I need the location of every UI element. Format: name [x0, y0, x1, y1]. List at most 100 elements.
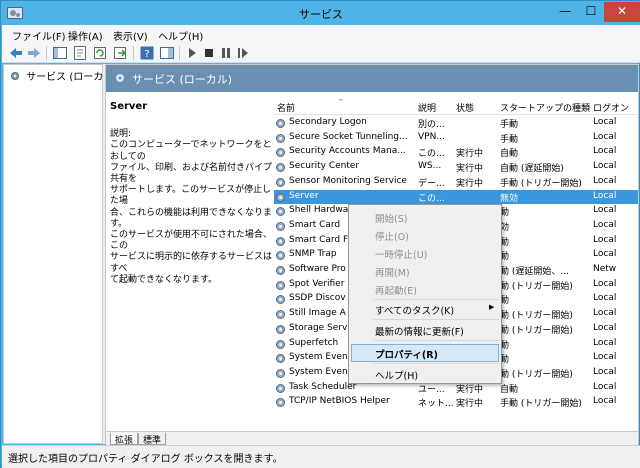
context-menu: 開始(S) 停止(O) 一時停止(U) 再開(M) 再起動(E) すべてのタスク… [348, 204, 502, 384]
cell-description: VPN... [418, 131, 445, 142]
maximize-button[interactable]: ☐ [578, 2, 604, 22]
status-bar: 選択した項目のプロパティ ダイアログ ボックスを開きます。 [2, 445, 640, 468]
pause-service-icon[interactable] [218, 45, 234, 61]
properties-sheet-icon[interactable] [72, 45, 88, 61]
service-gear-icon [276, 207, 285, 217]
start-service-icon[interactable] [184, 45, 200, 61]
service-gear-icon [276, 368, 285, 378]
cell-startup-type: 動 (トリガー開始) [500, 369, 573, 380]
menu-help[interactable]: ヘルプ(H) [158, 28, 203, 43]
cell-status: 実行中 [456, 399, 484, 410]
cell-startup-type: 手動 (トリガー開始) [500, 399, 582, 410]
service-gear-icon [276, 177, 285, 187]
view-tabs: 拡張 標準 [106, 431, 638, 446]
service-gear-icon [276, 324, 285, 334]
service-gear-icon [276, 354, 285, 364]
title-bar[interactable]: サービス — ☐ ✕ [1, 1, 640, 25]
table-row[interactable]: Secure Socket Tunneling... VPN... 手動 Local [274, 131, 638, 146]
tab-extended[interactable]: 拡張 [110, 433, 139, 446]
context-menu-stop: 停止(O) [375, 232, 409, 243]
context-menu-divider [373, 340, 499, 341]
cell-logon: Local [593, 131, 617, 142]
services-gear-icon [116, 74, 124, 82]
menu-file[interactable]: ファイル(F) [12, 28, 66, 43]
submenu-arrow-icon: ▶ [489, 303, 495, 311]
service-gear-icon [276, 236, 285, 246]
menu-view[interactable]: 表示(V) [113, 28, 148, 43]
description-line: このサービスが使用不可にされた場合、この [110, 230, 272, 252]
column-header-description[interactable]: 説明 [418, 101, 436, 114]
window-title: サービス [299, 8, 343, 21]
cell-name: Security Center [289, 161, 360, 172]
table-row[interactable]: TCP/IP NetBIOS Helper ネット... 実行中 手動 (トリガー開始… [274, 395, 638, 410]
cell-logon: Local [593, 293, 617, 304]
close-button[interactable]: ✕ [604, 2, 640, 22]
table-row[interactable]: Server この... 無効 Local [274, 189, 638, 205]
cell-startup-type: 動 (トリガー開始) [500, 311, 573, 322]
description-line: ファイル、印刷、および名前付きパイプ共有を [110, 162, 273, 185]
cell-name: Security Accounts Mana... [289, 146, 406, 157]
toolbar-divider [179, 46, 180, 60]
cell-status: 実行中 [456, 164, 484, 175]
console-tree-icon[interactable] [52, 45, 68, 61]
services-gear-icon [11, 72, 19, 80]
cell-startup-type: 動 (トリガー開始) [500, 281, 573, 292]
cell-description: 別の... [418, 120, 445, 130]
cell-startup-type: 自動 [500, 384, 519, 395]
cell-startup-type: 手動 (トリガー開始) [500, 178, 582, 189]
refresh-icon[interactable] [92, 45, 108, 61]
column-header-status[interactable]: 状態 [456, 101, 474, 114]
context-menu-all-tasks[interactable]: すべてのタスク(K) [375, 303, 454, 317]
service-gear-icon [276, 119, 285, 128]
column-header-logon[interactable]: ログオン [593, 101, 629, 114]
context-menu-refresh[interactable]: 最新の情報に更新(F) [375, 324, 464, 338]
context-menu-help[interactable]: ヘルプ(H) [375, 368, 418, 382]
column-header-name[interactable]: 名前 [277, 101, 295, 114]
cell-startup-type: 動 [500, 208, 510, 219]
cell-name: TCP/IP NetBIOS Helper [289, 396, 390, 407]
show-pane-icon[interactable] [159, 45, 175, 61]
cell-name: Server [289, 190, 319, 201]
cell-logon: Local [593, 322, 617, 333]
cell-logon: Local [593, 190, 617, 201]
tab-standard[interactable]: 標準 [138, 433, 167, 446]
tree-item-services-local[interactable]: サービス (ローカル) [10, 68, 117, 83]
cell-name: Secure Socket Tunneling... [289, 131, 408, 142]
cell-startup-type: 手動 [500, 120, 519, 130]
cell-logon: Local [593, 175, 617, 186]
cell-logon: Local [593, 308, 617, 319]
cell-startup-type: 動 [500, 252, 510, 263]
help-icon[interactable]: ? [139, 45, 155, 61]
column-header-startup-type[interactable]: スタートアップの種類 [500, 101, 590, 114]
context-menu-divider [373, 363, 499, 364]
table-row[interactable]: Sensor Monitoring Service デー... 実行中 手動 (トリガ… [274, 175, 638, 190]
cell-logon: Local [593, 249, 617, 260]
cell-logon: Local [593, 161, 617, 172]
stop-service-icon[interactable] [201, 45, 217, 61]
cell-logon: Local [593, 205, 617, 216]
toolbar-divider [133, 46, 134, 60]
restart-service-icon[interactable] [235, 45, 251, 61]
cell-name: Sensor Monitoring Service [289, 175, 407, 186]
table-row[interactable]: Security Accounts Mana... この... 実行中 自動 Local [274, 145, 638, 160]
menu-action[interactable]: 操作(A) [68, 28, 103, 43]
cell-description: WS... [418, 161, 442, 172]
cell-startup-type: 動 (遅延開始、... [500, 267, 569, 277]
cell-startup-type: 動 [500, 355, 510, 366]
cell-logon: Netw [593, 264, 617, 274]
export-list-icon[interactable] [112, 45, 128, 61]
cell-startup-type: 自動 [500, 149, 519, 160]
service-gear-icon [276, 221, 285, 231]
forward-arrow-icon[interactable] [26, 45, 42, 61]
service-gear-icon [276, 148, 285, 158]
table-header: 名前 ^ 説明 状態 スタートアップの種類 ログオン [274, 99, 638, 115]
table-row[interactable]: Security Center WS... 実行中 自動 (遅延開始) Local [274, 160, 638, 175]
cell-logon: Local [593, 366, 617, 377]
service-gear-icon [276, 192, 285, 202]
cell-status: 実行中 [456, 178, 484, 189]
back-arrow-icon[interactable] [8, 45, 24, 61]
context-menu-properties[interactable]: プロパティ(R) [375, 347, 438, 361]
table-row[interactable]: Secondary Logon 別の... 手動 Local [274, 116, 638, 131]
context-menu-start: 開始(S) [375, 214, 408, 225]
minimize-button[interactable]: — [552, 2, 578, 22]
